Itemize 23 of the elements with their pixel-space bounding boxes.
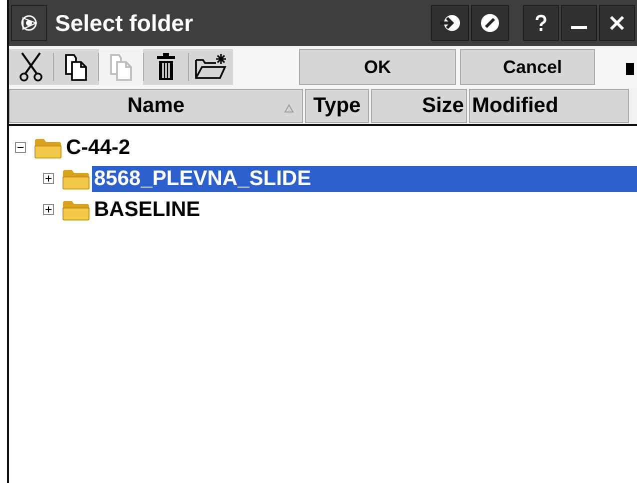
no-entry-icon[interactable] [471, 5, 509, 41]
sign-in-icon[interactable] [431, 5, 469, 41]
folder-name[interactable]: 8568_PLEVNA_SLIDE [92, 166, 637, 192]
collapse-icon[interactable] [15, 142, 26, 153]
minimize-icon[interactable] [561, 5, 597, 41]
window-title: Select folder [55, 10, 194, 36]
cancel-button[interactable]: Cancel [460, 49, 595, 85]
folder-icon [62, 168, 90, 190]
folder-icon [34, 136, 62, 158]
expand-icon[interactable] [43, 173, 54, 184]
close-icon[interactable] [599, 5, 635, 41]
folder-icon [62, 198, 90, 220]
column-header[interactable]: Name [9, 89, 303, 123]
folder-name[interactable]: C-44-2 [64, 134, 132, 160]
app-logo-icon[interactable] [11, 5, 47, 41]
expand-icon[interactable] [43, 204, 54, 215]
help-icon[interactable] [523, 5, 559, 41]
ok-button[interactable]: OK [299, 49, 456, 85]
folder-name[interactable]: BASELINE [92, 196, 202, 222]
column-header[interactable]: Modified [469, 89, 629, 123]
column-header[interactable]: Type [305, 89, 369, 123]
column-header[interactable]: Size [371, 89, 467, 123]
sort-arrow-icon [284, 103, 294, 113]
